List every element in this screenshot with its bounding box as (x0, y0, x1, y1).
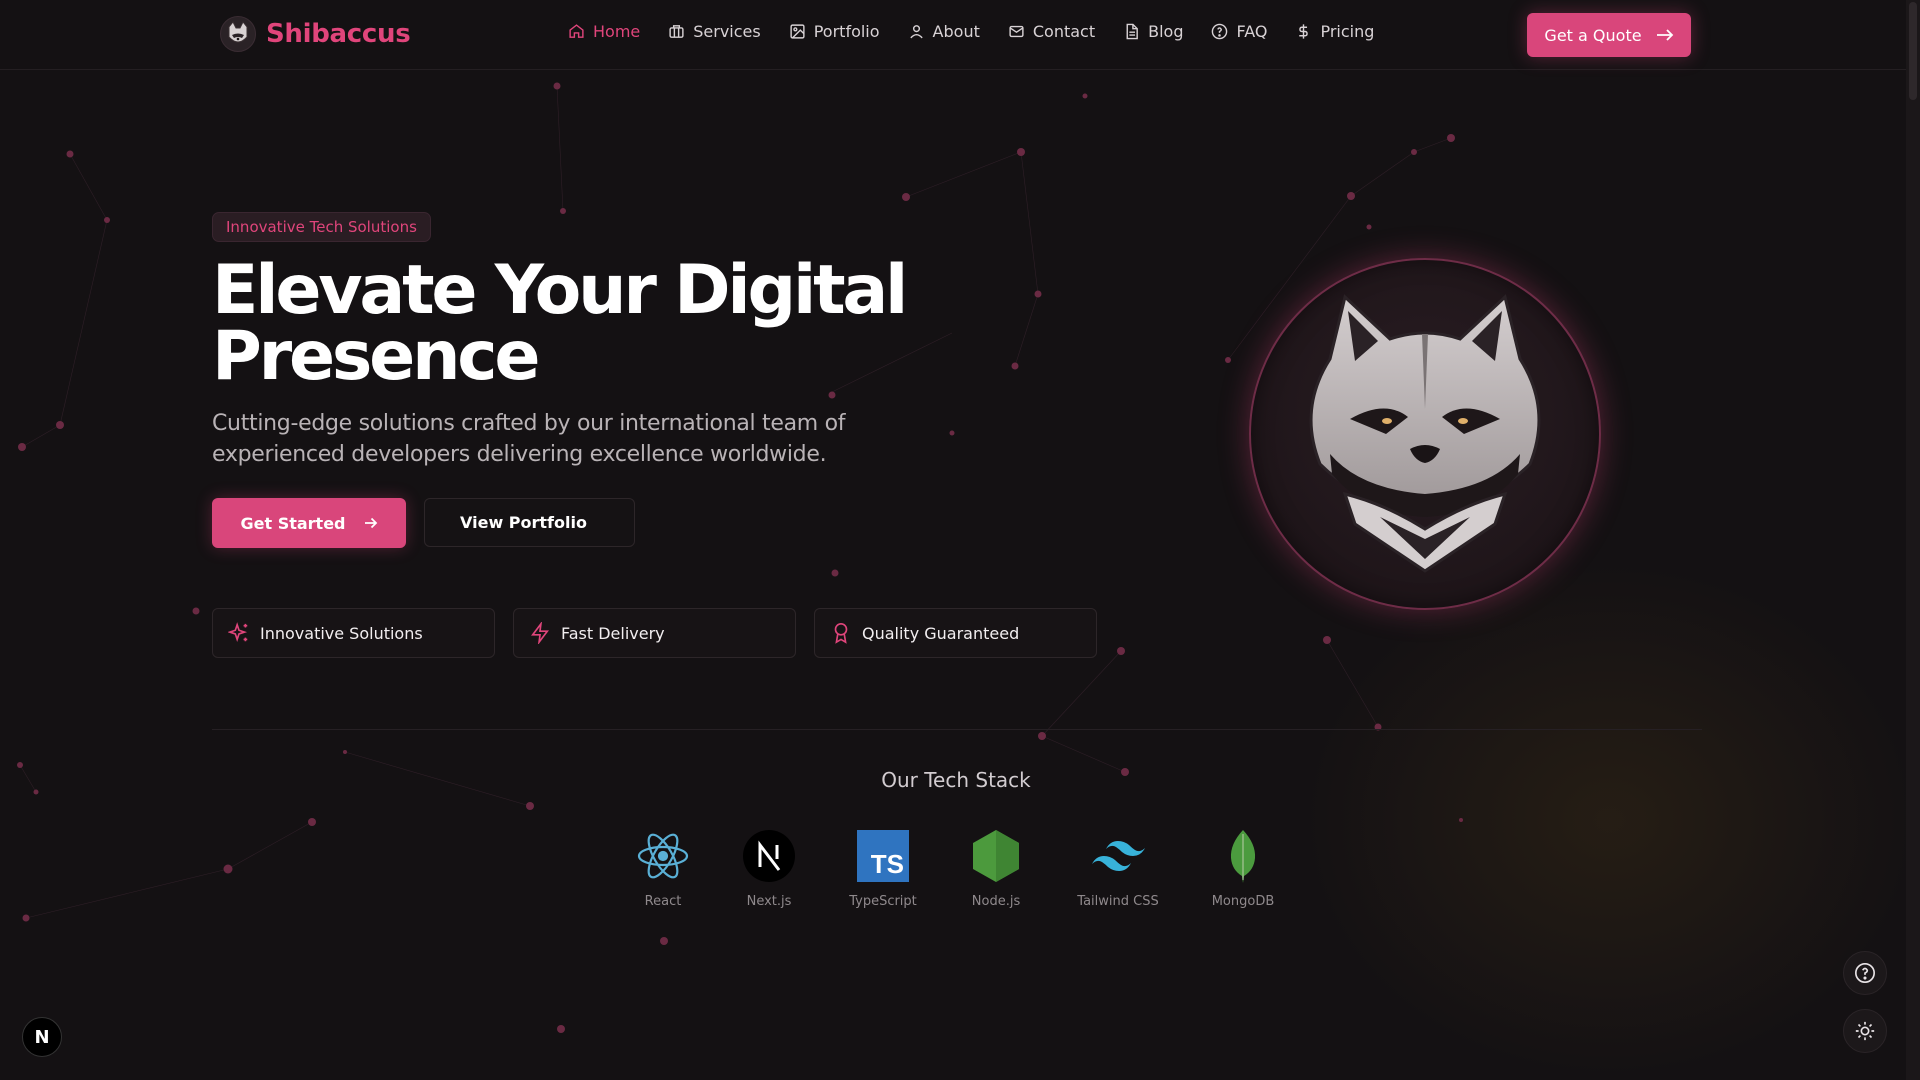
feature-label: Quality Guaranteed (862, 623, 1020, 643)
lightning-icon (531, 622, 549, 644)
tech-label: React (644, 894, 682, 909)
nav-blog-label: Blog (1148, 22, 1184, 41)
tech-mongodb: MongoDB (1183, 828, 1303, 909)
page-scrollbar[interactable] (1906, 0, 1920, 1080)
arrow-right-icon (364, 517, 377, 529)
user-icon (909, 25, 923, 39)
nav-about-label: About (932, 22, 980, 41)
help-circle-icon (1212, 23, 1228, 40)
tech-stack-title: Our Tech Stack (881, 768, 1031, 792)
feature-label: Innovative Solutions (260, 623, 423, 643)
feature-quality-guaranteed: Quality Guaranteed (814, 608, 1097, 658)
nav-faq-label: FAQ (1236, 22, 1268, 41)
feature-fast-delivery: Fast Delivery (513, 608, 796, 658)
main-nav: Home Services Portfolio About Contact Bl… (568, 22, 1374, 41)
file-icon (1126, 23, 1138, 40)
sun-icon (1855, 1021, 1875, 1041)
tailwind-icon (1090, 828, 1146, 884)
nav-contact[interactable]: Contact (1008, 22, 1095, 41)
hero-subtitle: Cutting-edge solutions crafted by our in… (212, 411, 846, 467)
mongodb-icon (1215, 828, 1271, 884)
get-started-button[interactable]: Get Started (212, 498, 406, 548)
feature-label: Fast Delivery (561, 623, 665, 643)
nav-pricing-label: Pricing (1320, 22, 1375, 41)
view-portfolio-button[interactable]: View Portfolio (424, 498, 635, 547)
image-icon (790, 24, 805, 39)
typescript-icon: TS (855, 828, 911, 884)
tech-nodejs: Node.js (936, 828, 1056, 909)
nav-home[interactable]: Home (568, 22, 640, 41)
sparkles-icon (228, 622, 248, 643)
dollar-icon (1299, 24, 1309, 39)
view-portfolio-label: View Portfolio (460, 513, 587, 532)
hero-title: Elevate Your Digital Presence (212, 251, 908, 396)
nav-portfolio-label: Portfolio (813, 22, 880, 41)
get-started-label: Get Started (240, 513, 346, 533)
nav-services-label: Services (693, 22, 761, 41)
nav-blog[interactable]: Blog (1123, 22, 1183, 41)
nextjs-dev-badge[interactable]: N (22, 1017, 62, 1057)
tech-tailwind: Tailwind CSS (1058, 828, 1178, 909)
shiba-mascot-image (1249, 258, 1601, 610)
briefcase-icon (669, 25, 684, 38)
get-quote-button[interactable]: Get a Quote (1527, 13, 1691, 57)
mail-icon (1009, 25, 1024, 38)
arrow-right-icon (1656, 29, 1673, 41)
tech-label: Tailwind CSS (1077, 894, 1159, 909)
nav-services[interactable]: Services (668, 22, 761, 41)
scrollbar-thumb[interactable] (1909, 2, 1917, 100)
nav-contact-label: Contact (1032, 22, 1096, 41)
get-quote-label: Get a Quote (1544, 25, 1642, 45)
theme-toggle-button[interactable] (1843, 1009, 1887, 1053)
background-glow (1300, 560, 1920, 1080)
tech-nextjs: Next.js (709, 828, 829, 909)
brand[interactable]: Shibaccus (220, 16, 411, 52)
tech-react: React (603, 828, 723, 909)
react-icon (635, 828, 691, 884)
help-circle-icon (1855, 963, 1875, 983)
nodejs-icon (968, 828, 1024, 884)
tech-label: Next.js (746, 894, 792, 909)
typescript-badge-text: TS (870, 849, 904, 879)
feature-innovative-solutions: Innovative Solutions (212, 608, 495, 658)
hero-badge: Innovative Tech Solutions (212, 212, 431, 242)
tech-label: Node.js (971, 894, 1021, 909)
help-button[interactable] (1843, 951, 1887, 995)
nav-home-label: Home (593, 22, 641, 41)
nav-faq[interactable]: FAQ (1211, 22, 1267, 41)
nextjs-icon (741, 828, 797, 884)
home-icon (569, 24, 584, 38)
tech-label: TypeScript (849, 894, 917, 909)
award-icon (834, 623, 848, 644)
tech-label: MongoDB (1211, 894, 1275, 909)
nav-about[interactable]: About (908, 22, 980, 41)
shiba-logo-icon (220, 16, 256, 52)
nav-pricing[interactable]: Pricing (1295, 22, 1374, 41)
brand-name: Shibaccus (266, 19, 411, 49)
section-divider (212, 729, 1702, 730)
site-header: Shibaccus Home Services Portfolio About … (0, 0, 1906, 70)
nav-portfolio[interactable]: Portfolio (789, 22, 880, 41)
tech-typescript: TS TypeScript (823, 828, 943, 909)
